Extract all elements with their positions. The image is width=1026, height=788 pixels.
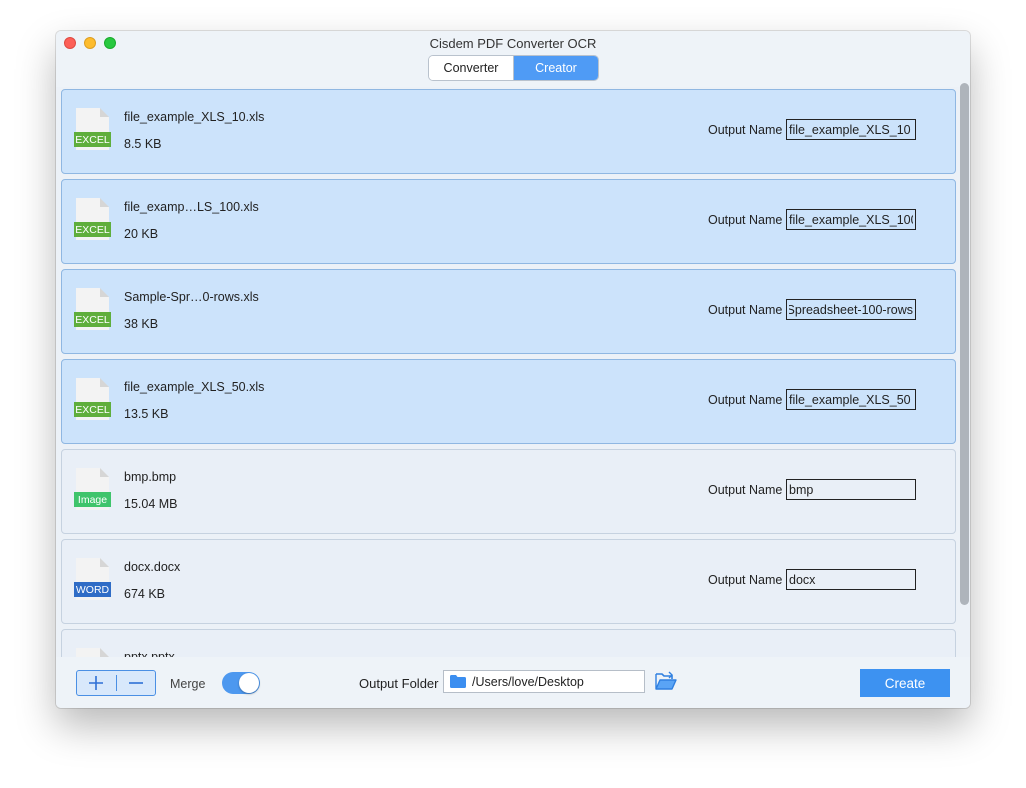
output-name-label: Output Name (708, 483, 783, 497)
page-fold (100, 288, 109, 297)
file-type-icon: EXCEL (74, 198, 111, 240)
file-row[interactable]: pptx.pptx (61, 629, 956, 657)
tab-converter[interactable]: Converter (429, 56, 514, 80)
file-type-badge: EXCEL (74, 402, 111, 417)
output-folder-path: /Users/love/Desktop (472, 674, 584, 689)
file-name: file_example_XLS_50.xls (124, 380, 265, 394)
output-folder-label: Output Folder (359, 676, 439, 691)
browse-folder-button[interactable] (654, 671, 678, 692)
file-type-badge: EXCEL (74, 312, 111, 327)
file-type-icon: EXCEL (74, 108, 111, 150)
file-type-badge: Image (74, 492, 111, 507)
file-list: EXCEL file_example_XLS_10.xls 8.5 KB Output… (61, 89, 956, 657)
merge-label: Merge (170, 677, 206, 691)
file-name: file_example_XLS_10.xls (124, 110, 265, 124)
vertical-scrollbar[interactable] (960, 83, 969, 605)
minus-icon (128, 682, 143, 684)
add-file-button[interactable] (77, 671, 116, 695)
output-name-input[interactable] (786, 389, 916, 410)
create-button[interactable]: Create (860, 669, 950, 697)
merge-toggle[interactable] (222, 672, 260, 694)
output-name-input[interactable] (786, 209, 916, 230)
page-fold (100, 198, 109, 207)
output-name-input[interactable] (786, 569, 916, 590)
file-type-badge: WORD (74, 582, 111, 597)
file-type-badge: EXCEL (74, 222, 111, 237)
file-name: file_examp…LS_100.xls (124, 200, 259, 214)
open-folder-icon (655, 671, 677, 690)
bottom-toolbar: Merge Output Folder /Users/love/Desktop … (56, 657, 970, 708)
file-type-icon: WORD (74, 558, 111, 600)
file-size: 13.5 KB (124, 407, 169, 421)
toggle-knob (239, 673, 259, 693)
add-remove-control (76, 670, 156, 696)
file-size: 38 KB (124, 317, 159, 331)
file-name: docx.docx (124, 560, 181, 574)
output-name-input[interactable] (786, 299, 916, 320)
page-fold (100, 378, 109, 387)
file-type-icon: EXCEL (74, 378, 111, 420)
title-bar: Cisdem PDF Converter OCR Converter Creat… (56, 31, 970, 87)
output-name-label: Output Name (708, 123, 783, 137)
file-row[interactable]: EXCEL file_example_XLS_10.xls 8.5 KB Output… (61, 89, 956, 174)
remove-file-button[interactable] (116, 671, 155, 695)
output-name-input[interactable] (786, 479, 916, 500)
output-name-input[interactable] (786, 119, 916, 140)
file-size: 674 KB (124, 587, 166, 601)
page-fold (100, 468, 109, 477)
folder-icon (450, 675, 466, 688)
page-fold (100, 108, 109, 117)
file-row[interactable]: EXCEL file_examp…LS_100.xls 20 KB Output Na… (61, 179, 956, 264)
file-row[interactable]: WORD docx.docx 674 KB Output Name (61, 539, 956, 624)
page-fold (100, 648, 109, 657)
output-name-label: Output Name (708, 213, 783, 227)
output-name-label: Output Name (708, 303, 783, 317)
file-name: pptx.pptx (124, 650, 175, 657)
file-type-icon: EXCEL (74, 288, 111, 330)
tab-creator[interactable]: Creator (514, 56, 598, 80)
window-title: Cisdem PDF Converter OCR (429, 36, 597, 51)
page-fold (100, 558, 109, 567)
file-type-icon: Image (74, 468, 111, 510)
file-size: 20 KB (124, 227, 159, 241)
file-type-badge: EXCEL (74, 132, 111, 147)
file-name: bmp.bmp (124, 470, 177, 484)
file-row[interactable]: EXCEL Sample-Spr…0-rows.xls 38 KB Output Na… (61, 269, 956, 354)
file-row[interactable]: Image bmp.bmp 15.04 MB Output Name (61, 449, 956, 534)
file-row[interactable]: EXCEL file_example_XLS_50.xls 13.5 KB Outpu… (61, 359, 956, 444)
file-type-icon (74, 648, 111, 657)
plus-icon (89, 676, 104, 690)
mode-segmented-control: Converter Creator (428, 55, 599, 81)
app-window: Cisdem PDF Converter OCR Converter Creat… (56, 31, 970, 708)
file-size: 15.04 MB (124, 497, 178, 511)
file-name: Sample-Spr…0-rows.xls (124, 290, 259, 304)
file-size: 8.5 KB (124, 137, 162, 151)
output-name-label: Output Name (708, 393, 783, 407)
output-name-label: Output Name (708, 573, 783, 587)
output-folder-field[interactable]: /Users/love/Desktop (443, 670, 645, 693)
